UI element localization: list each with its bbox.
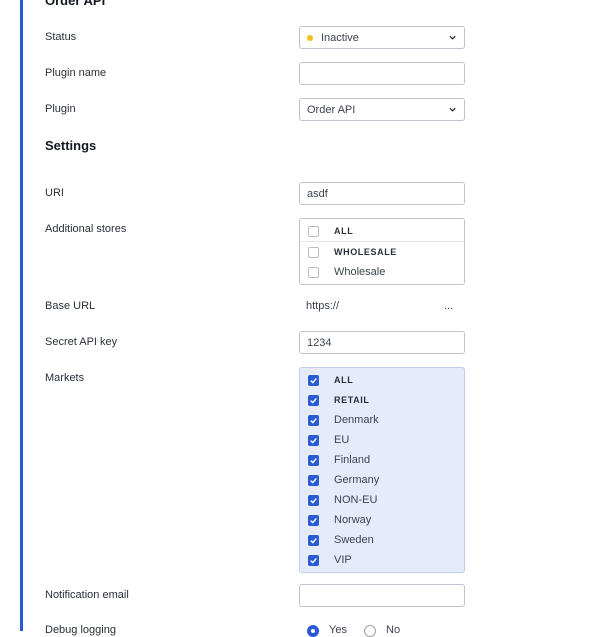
debug-logging-no-label: No bbox=[386, 624, 401, 636]
checkbox-checked[interactable] bbox=[308, 434, 319, 446]
base-url-ellipsis: ... bbox=[444, 300, 454, 312]
checkbox-checked[interactable] bbox=[308, 514, 319, 526]
checkmark-icon bbox=[310, 437, 317, 444]
market-option-retail[interactable]: RETAIL bbox=[300, 390, 464, 410]
additional-stores-list[interactable]: ALL WHOLESALE Wholesale bbox=[299, 218, 465, 285]
plugin-select-value: Order API bbox=[307, 103, 356, 116]
plugin-settings-form: Order API Status Inactive Plugin name Pl… bbox=[45, 0, 607, 637]
section-accent-bar bbox=[20, 0, 23, 631]
market-option-label: Norway bbox=[334, 514, 372, 526]
checkmark-icon bbox=[310, 417, 317, 424]
chevron-down-icon bbox=[449, 35, 456, 40]
store-option-label: WHOLESALE bbox=[334, 247, 397, 257]
status-select-value: Inactive bbox=[321, 31, 359, 44]
market-option-vip[interactable]: VIP bbox=[300, 550, 464, 570]
market-option-all[interactable]: ALL bbox=[300, 370, 464, 390]
checkbox[interactable] bbox=[308, 225, 319, 237]
checkmark-icon bbox=[310, 497, 317, 504]
additional-stores-label: Additional stores bbox=[45, 223, 127, 235]
checkmark-icon bbox=[310, 397, 317, 404]
checkbox-checked[interactable] bbox=[308, 494, 319, 506]
checkmark-icon bbox=[310, 517, 317, 524]
plugin-name-input[interactable] bbox=[299, 62, 465, 85]
base-url-value[interactable]: https:// bbox=[306, 300, 339, 312]
market-option-sweden[interactable]: Sweden bbox=[300, 530, 464, 550]
checkmark-icon bbox=[310, 477, 317, 484]
market-option-label: NON-EU bbox=[334, 494, 378, 506]
market-option-label: RETAIL bbox=[334, 395, 370, 405]
store-option-label: Wholesale bbox=[334, 266, 386, 278]
status-label: Status bbox=[45, 31, 77, 43]
store-option-label: ALL bbox=[334, 226, 354, 236]
market-option-non-eu[interactable]: NON-EU bbox=[300, 490, 464, 510]
checkbox[interactable] bbox=[308, 246, 319, 258]
market-option-label: Sweden bbox=[334, 534, 374, 546]
market-option-label: EU bbox=[334, 434, 350, 446]
plugin-name-label: Plugin name bbox=[45, 67, 107, 79]
checkmark-icon bbox=[310, 537, 317, 544]
markets-label: Markets bbox=[45, 372, 85, 384]
market-option-finland[interactable]: Finland bbox=[300, 450, 464, 470]
plugin-select[interactable]: Order API bbox=[299, 98, 465, 121]
uri-input[interactable]: asdf bbox=[299, 182, 465, 205]
checkbox[interactable] bbox=[308, 266, 319, 278]
debug-logging-label: Debug logging bbox=[45, 624, 116, 636]
checkbox-checked[interactable] bbox=[308, 454, 319, 466]
store-option-wholesale[interactable]: Wholesale bbox=[300, 262, 464, 282]
checkbox-checked[interactable] bbox=[308, 414, 319, 426]
checkmark-icon bbox=[310, 557, 317, 564]
checkbox-checked[interactable] bbox=[308, 474, 319, 486]
market-option-denmark[interactable]: Denmark bbox=[300, 410, 464, 430]
market-option-eu[interactable]: EU bbox=[300, 430, 464, 450]
market-option-germany[interactable]: Germany bbox=[300, 470, 464, 490]
notification-email-label: Notification email bbox=[45, 589, 129, 601]
market-option-label: Germany bbox=[334, 474, 380, 486]
market-option-label: Finland bbox=[334, 454, 371, 466]
status-select[interactable]: Inactive bbox=[299, 26, 465, 49]
checkbox-checked[interactable] bbox=[308, 534, 319, 546]
uri-label: URI bbox=[45, 187, 64, 199]
store-option-all[interactable]: ALL bbox=[300, 221, 464, 242]
base-url-label: Base URL bbox=[45, 300, 96, 312]
debug-logging-yes-radio[interactable] bbox=[307, 625, 319, 637]
checkmark-icon bbox=[310, 457, 317, 464]
store-option-wholesale-group[interactable]: WHOLESALE bbox=[300, 242, 464, 262]
status-indicator-dot bbox=[307, 34, 313, 41]
market-option-label: VIP bbox=[334, 554, 352, 566]
market-option-label: ALL bbox=[334, 375, 354, 385]
secret-api-key-input[interactable]: 1234 bbox=[299, 331, 465, 354]
secret-api-key-label: Secret API key bbox=[45, 336, 118, 348]
market-option-label: Denmark bbox=[334, 414, 379, 426]
debug-logging-no-radio[interactable] bbox=[364, 625, 376, 637]
checkbox-checked[interactable] bbox=[308, 374, 319, 386]
checkbox-checked[interactable] bbox=[308, 554, 319, 566]
markets-list[interactable]: ALL RETAIL Denmark EU Finland Germany NO… bbox=[299, 367, 465, 573]
notification-email-input[interactable] bbox=[299, 584, 465, 607]
plugin-label: Plugin bbox=[45, 103, 76, 115]
debug-logging-yes-label: Yes bbox=[329, 624, 347, 636]
order-api-heading: Order API bbox=[45, 0, 106, 8]
settings-heading: Settings bbox=[45, 138, 97, 153]
chevron-down-icon bbox=[449, 107, 456, 112]
checkmark-icon bbox=[310, 377, 317, 384]
checkbox-checked[interactable] bbox=[308, 394, 319, 406]
market-option-norway[interactable]: Norway bbox=[300, 510, 464, 530]
